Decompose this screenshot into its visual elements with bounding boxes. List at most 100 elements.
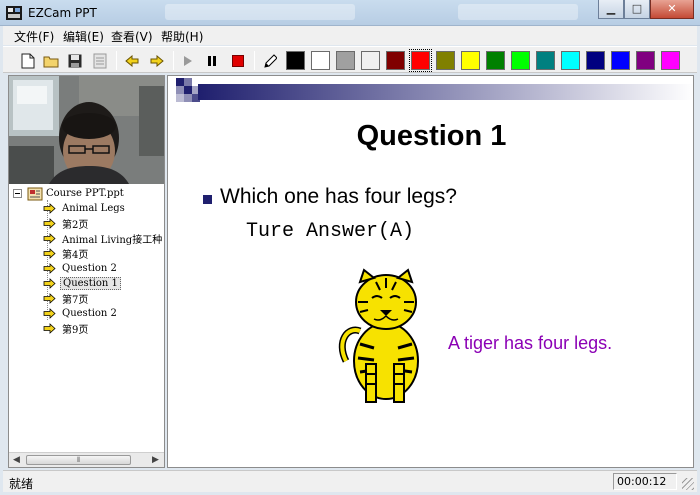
open-button[interactable] (40, 50, 62, 71)
answer-text: Ture Answer(A) (246, 220, 415, 243)
slide-caption: A tiger has four legs. (448, 333, 613, 353)
save-icon (68, 54, 82, 67)
tree-item-label: 第2页 (62, 220, 89, 231)
color-swatch[interactable] (461, 51, 480, 70)
header-band-square (192, 94, 200, 102)
next-slide-button[interactable] (146, 50, 168, 71)
slide-header-band (176, 78, 693, 102)
minimize-icon: ▁ (606, 2, 616, 15)
pause-button[interactable] (201, 50, 223, 71)
color-swatch[interactable] (386, 51, 405, 70)
scroll-left-icon[interactable]: ◀ (13, 455, 20, 465)
close-icon: ✕ (667, 2, 677, 15)
tree-item[interactable]: 第4页 (43, 246, 90, 261)
tree-item-label: Question 2 (62, 263, 117, 274)
pen-button[interactable] (259, 50, 281, 71)
maximize-button[interactable]: □ (624, 0, 650, 19)
background-window-title (165, 4, 355, 20)
tiger-illustration (338, 268, 419, 403)
resize-grip-icon[interactable] (682, 478, 694, 490)
tree-item-label: Animal Living接工种 (62, 235, 163, 246)
tree-item-label: 第9页 (62, 325, 89, 336)
previous-arrow-icon (125, 54, 139, 67)
tree-item[interactable]: Animal Living接工种 (43, 231, 164, 246)
next-arrow-icon (150, 54, 164, 67)
tree-item[interactable]: Question 1 (43, 276, 121, 291)
color-swatch[interactable] (486, 51, 505, 70)
tree-item[interactable]: 第2页 (43, 216, 90, 231)
color-swatch[interactable] (311, 51, 330, 70)
toolbar-separator (116, 51, 117, 70)
color-swatch[interactable] (436, 51, 455, 70)
properties-button[interactable] (89, 50, 111, 71)
color-swatch[interactable] (511, 51, 530, 70)
color-swatch[interactable] (536, 51, 555, 70)
slide-arrow-icon (43, 308, 56, 319)
slide-arrow-icon (43, 323, 56, 334)
tree-item[interactable]: Question 2 (43, 261, 119, 276)
horizontal-scrollbar[interactable]: ◀ ⦀ ▶ (9, 452, 164, 467)
menu-file[interactable]: 文件(F) (14, 28, 54, 45)
menu-view[interactable]: 查看(V) (111, 28, 153, 45)
color-swatch[interactable] (361, 51, 380, 70)
play-button[interactable] (177, 50, 199, 71)
stop-icon (232, 54, 244, 67)
slide-bullet: Which one has four legs? (220, 185, 457, 208)
tree-item[interactable]: 第7页 (43, 291, 90, 306)
scroll-right-icon[interactable]: ▶ (152, 455, 159, 465)
new-file-button[interactable] (17, 50, 39, 71)
tree-item-label: 第7页 (62, 295, 89, 306)
color-swatch[interactable] (611, 51, 630, 70)
powerpoint-file-icon (27, 187, 43, 200)
webcam-image (9, 76, 164, 184)
stop-button[interactable] (227, 50, 249, 71)
toolbar (3, 46, 697, 73)
play-icon (184, 55, 192, 66)
menu-edit[interactable]: 编辑(E) (63, 28, 104, 45)
previous-slide-button[interactable] (121, 50, 143, 71)
close-button[interactable]: ✕ (650, 0, 694, 19)
tree-item-label: Question 2 (62, 308, 117, 319)
tree-item[interactable]: Animal Legs (43, 201, 127, 216)
header-band-square (184, 78, 192, 86)
color-swatch[interactable] (561, 51, 580, 70)
bullet-marker (203, 195, 212, 204)
tree-root-label: Course PPT.ppt (46, 188, 124, 199)
slide-title: Question 1 (356, 120, 507, 152)
color-swatch[interactable] (286, 51, 305, 70)
status-bar: 就绪 00:00:12 (3, 470, 697, 492)
header-band-square (176, 94, 184, 102)
slide-arrow-icon (43, 278, 56, 289)
status-text: 就绪 (9, 477, 34, 491)
collapse-icon[interactable] (13, 189, 22, 198)
menu-help[interactable]: 帮助(H) (161, 28, 203, 45)
minimize-button[interactable]: ▁ (598, 0, 624, 19)
header-band-square (184, 94, 192, 102)
color-swatch[interactable] (636, 51, 655, 70)
open-folder-icon (43, 56, 59, 67)
header-band-square (192, 86, 200, 94)
color-swatch[interactable] (409, 49, 432, 72)
scrollbar-thumb[interactable]: ⦀ (26, 455, 131, 465)
elapsed-timer: 00:00:12 (613, 473, 677, 490)
save-button[interactable] (64, 50, 86, 71)
window-title: EZCam PPT (28, 6, 97, 20)
color-swatch[interactable] (336, 51, 355, 70)
header-band-square (184, 86, 192, 94)
color-swatch[interactable] (586, 51, 605, 70)
properties-icon (93, 53, 107, 68)
tree-root[interactable]: Course PPT.ppt (13, 186, 124, 201)
tree-item[interactable]: 第9页 (43, 321, 90, 336)
background-window-title (458, 4, 578, 20)
slide-arrow-icon (43, 263, 56, 274)
color-swatch[interactable] (661, 51, 680, 70)
tree-item-label: Animal Legs (62, 203, 125, 214)
maximize-icon: □ (631, 2, 643, 15)
webcam-preview (9, 76, 164, 184)
title-bar: EZCam PPT ▁ □ ✕ (0, 0, 700, 26)
tree-item[interactable]: Question 2 (43, 306, 119, 321)
tree-item-label: 第4页 (62, 250, 89, 261)
pen-icon (264, 53, 277, 68)
slide-arrow-icon (43, 248, 56, 259)
pause-icon (208, 55, 216, 66)
